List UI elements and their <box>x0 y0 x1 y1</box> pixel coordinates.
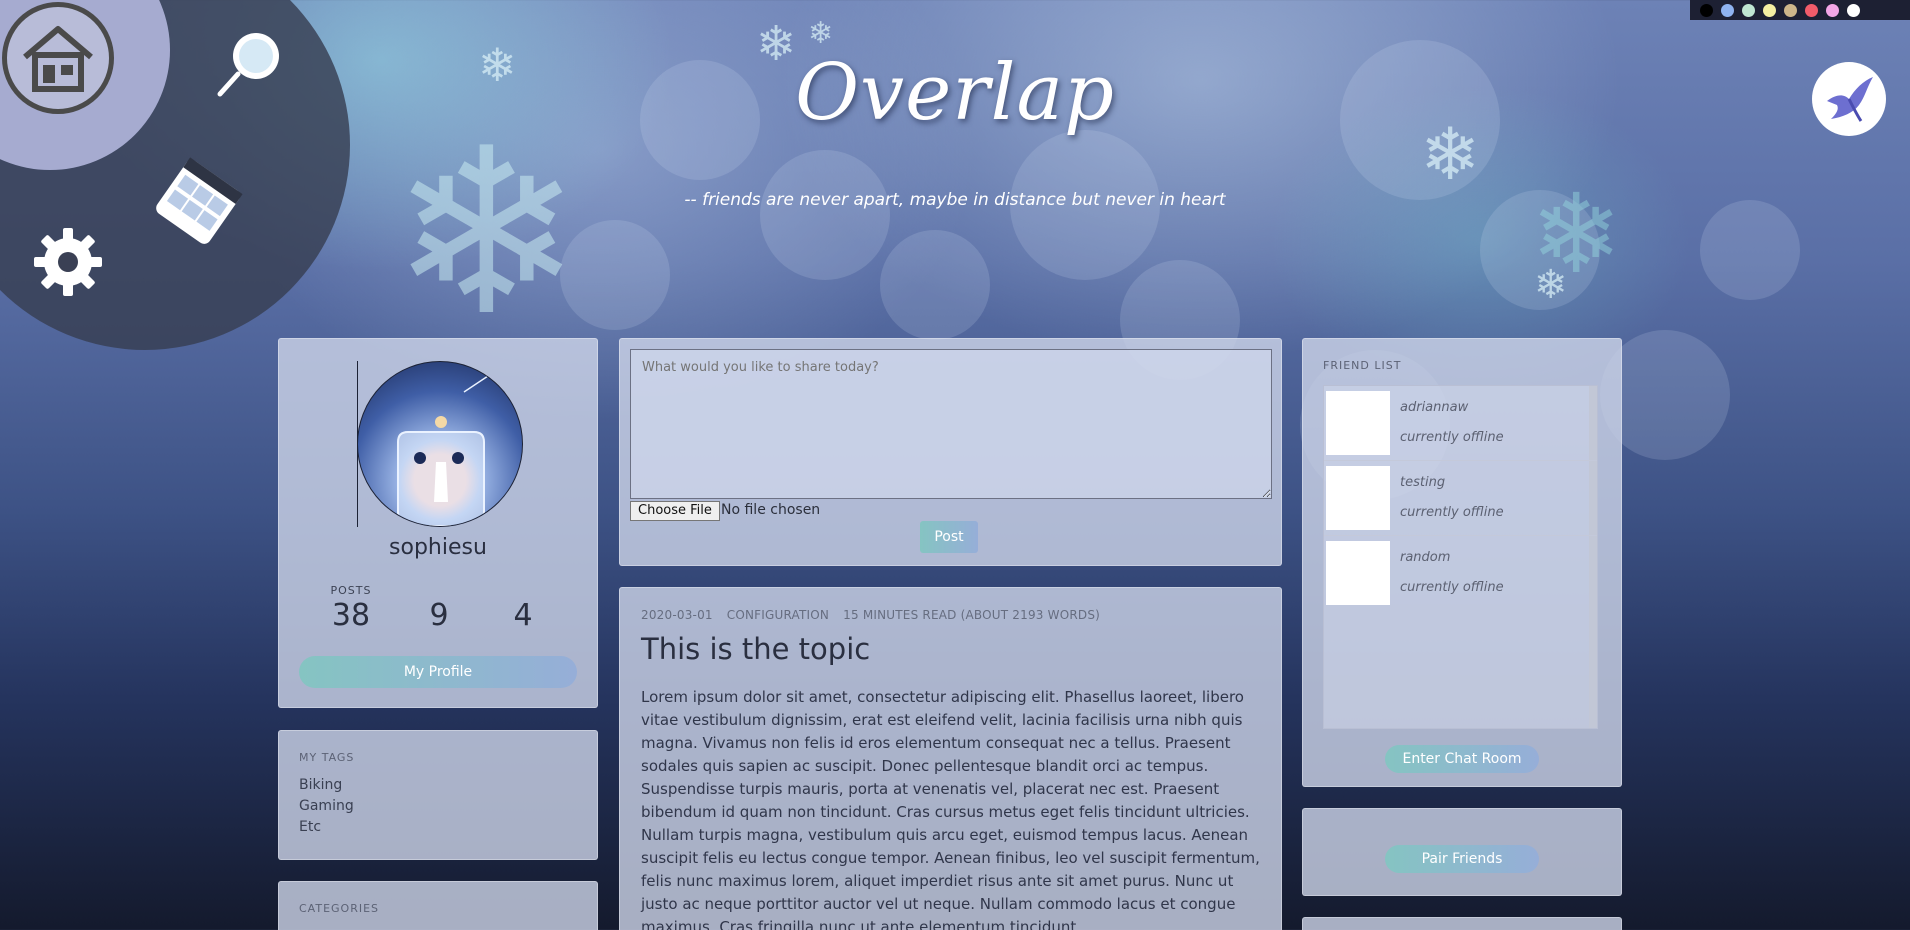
tag-item[interactable]: Biking <box>299 777 342 793</box>
friend-status: currently offline <box>1400 430 1504 445</box>
settings-button[interactable] <box>30 224 106 304</box>
bird-icon <box>1827 77 1873 122</box>
post-meta: 2020-03-01 CONFIGURATION 15 MINUTES READ… <box>641 608 1110 622</box>
theme-palette <box>1690 0 1910 20</box>
site-title: Overlap <box>795 48 1115 138</box>
stat-label <box>491 584 555 598</box>
theme-swatch[interactable] <box>1805 3 1818 17</box>
stat-value: 4 <box>513 598 533 633</box>
share-textarea[interactable] <box>630 349 1272 499</box>
post-title[interactable]: This is the topic <box>641 632 870 666</box>
theme-swatch[interactable] <box>1826 3 1839 17</box>
post-card: 2020-03-01 CONFIGURATION 15 MINUTES READ… <box>619 587 1282 930</box>
friend-item[interactable]: testing currently offline <box>1324 461 1597 536</box>
tags-card: MY TAGS Biking Gaming Etc <box>278 730 598 860</box>
friend-avatar <box>1326 391 1390 455</box>
composer-card: Choose File No file chosen Post <box>619 338 1282 566</box>
gear-icon <box>34 228 102 296</box>
my-profile-button[interactable]: My Profile <box>299 656 577 688</box>
pair-friends-card: Pair Friends <box>1302 808 1622 896</box>
friend-name: adriannaw <box>1400 400 1469 415</box>
tag-item[interactable]: Etc <box>299 819 321 835</box>
theme-swatch[interactable] <box>1721 3 1734 17</box>
username: sophiesu <box>389 535 487 560</box>
pair-friends-button[interactable]: Pair Friends <box>1385 845 1539 873</box>
tags-heading: MY TAGS <box>299 751 355 764</box>
friend-list[interactable]: adriannaw currently offline testing curr… <box>1323 385 1598 729</box>
enter-chat-room-button[interactable]: Enter Chat Room <box>1385 745 1539 773</box>
stat-label: POSTS <box>330 584 372 597</box>
theme-swatch[interactable] <box>1700 3 1713 17</box>
post-date: 2020-03-01 <box>641 608 713 622</box>
theme-swatch[interactable] <box>1847 3 1860 17</box>
categories-heading: CATEGORIES <box>299 902 380 915</box>
file-status: No file chosen <box>721 502 821 518</box>
categories-card: CATEGORIES <box>278 881 598 930</box>
stat-posts: POSTS 38 <box>319 584 383 634</box>
site-tagline: -- friends are never apart, maybe in dis… <box>684 190 1226 210</box>
post-button[interactable]: Post <box>920 521 978 553</box>
tag-item[interactable]: Gaming <box>299 798 354 814</box>
stat-3: 4 <box>491 584 555 634</box>
theme-swatch[interactable] <box>1763 3 1776 17</box>
friend-name: random <box>1400 550 1451 565</box>
stat-label <box>407 584 471 598</box>
friend-list-card: FRIEND LIST adriannaw currently offline … <box>1302 338 1622 787</box>
friend-name: testing <box>1400 475 1446 490</box>
post-read-time: 15 MINUTES READ (ABOUT 2193 WORDS) <box>843 608 1101 622</box>
theme-swatch[interactable] <box>1784 3 1797 17</box>
stat-value: 38 <box>331 598 371 633</box>
brand-button[interactable] <box>1812 62 1886 136</box>
profile-card: sophiesu POSTS 38 9 4 My Profile <box>278 338 598 708</box>
avatar[interactable] <box>357 361 523 527</box>
stat-value: 9 <box>429 598 449 633</box>
friend-item[interactable]: adriannaw currently offline <box>1324 386 1597 461</box>
friend-avatar <box>1326 541 1390 605</box>
bottom-right-card <box>1302 917 1622 930</box>
choose-file-button[interactable]: Choose File <box>630 501 720 521</box>
theme-swatch[interactable] <box>1742 3 1755 17</box>
post-category[interactable]: CONFIGURATION <box>727 608 829 622</box>
stat-2: 9 <box>407 584 471 634</box>
friend-item[interactable]: random currently offline <box>1324 536 1597 611</box>
friend-list-heading: FRIEND LIST <box>1323 359 1402 372</box>
friend-status: currently offline <box>1400 580 1504 595</box>
post-body: Lorem ipsum dolor sit amet, consectetur … <box>641 688 1260 930</box>
friend-status: currently offline <box>1400 505 1504 520</box>
friend-avatar <box>1326 466 1390 530</box>
